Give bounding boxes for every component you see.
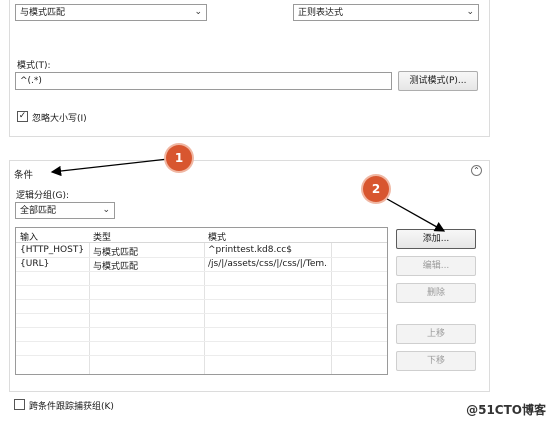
column-header-input[interactable]: 输入 [20, 230, 38, 243]
column-header-pattern[interactable]: 模式 [208, 230, 226, 243]
row-divider [16, 271, 387, 272]
conditions-table: 输入 类型 模式 {HTTP_HOST} 与模式匹配 ^printtest.kd… [15, 227, 388, 375]
row-input: {HTTP_HOST} [20, 245, 85, 255]
pattern-input[interactable]: ^(.*) [15, 72, 392, 90]
track-groups-label: 跨条件跟踪捕获组(K) [29, 402, 114, 412]
row-divider [16, 257, 387, 258]
table-row[interactable]: {URL} 与模式匹配 /js/|/assets/css/|/css/|/Tem… [16, 257, 387, 272]
ignore-case-checkbox[interactable]: ✓ [17, 111, 28, 122]
table-header: 输入 类型 模式 [16, 228, 387, 243]
move-up-button[interactable]: 上移 [396, 324, 476, 344]
test-pattern-button[interactable]: 测试模式(P)... [398, 71, 478, 91]
column-header-type[interactable]: 类型 [93, 230, 111, 243]
table-row[interactable]: {HTTP_HOST} 与模式匹配 ^printtest.kd8.cc$ [16, 243, 387, 258]
requested-url-select-value: 与模式匹配 [20, 8, 66, 18]
edit-condition-button[interactable]: 编辑... [396, 256, 476, 276]
row-divider [16, 299, 387, 300]
requested-url-select[interactable]: 与模式匹配 ⌄ [15, 4, 207, 21]
row-divider [16, 327, 387, 328]
row-divider [16, 313, 387, 314]
track-groups-checkbox[interactable] [14, 399, 25, 410]
conditions-title: 条件 [14, 170, 34, 181]
add-condition-button[interactable]: 添加... [396, 229, 476, 249]
collapse-icon[interactable]: ⌃ [471, 165, 482, 176]
using-select[interactable]: 正则表达式 ⌄ [293, 4, 479, 21]
logical-grouping-value: 全部匹配 [20, 206, 57, 216]
logical-grouping-select[interactable]: 全部匹配 ⌄ [15, 202, 115, 219]
logical-grouping-label: 逻辑分组(G): [16, 191, 70, 201]
ignore-case-label: 忽略大小写(I) [32, 114, 87, 124]
callout-badge-1: 1 [166, 145, 192, 171]
move-down-button[interactable]: 下移 [396, 351, 476, 371]
chevron-down-icon: ⌄ [466, 7, 474, 17]
pattern-input-value: ^(.*) [20, 76, 42, 86]
row-pattern: ^printtest.kd8.cc$ [208, 245, 292, 255]
chevron-down-icon: ⌄ [102, 205, 110, 215]
row-divider [16, 285, 387, 286]
chevron-down-icon: ⌄ [194, 7, 202, 17]
row-divider [16, 355, 387, 356]
row-pattern: /js/|/assets/css/|/css/|/Tem... [208, 259, 328, 269]
callout-badge-2: 2 [363, 176, 389, 202]
watermark: @51CTO博客 [466, 403, 546, 417]
row-divider [16, 341, 387, 342]
pattern-label: 模式(T): [17, 61, 51, 71]
delete-condition-button[interactable]: 删除 [396, 283, 476, 303]
using-select-value: 正则表达式 [298, 8, 344, 18]
row-input: {URL} [20, 259, 50, 269]
